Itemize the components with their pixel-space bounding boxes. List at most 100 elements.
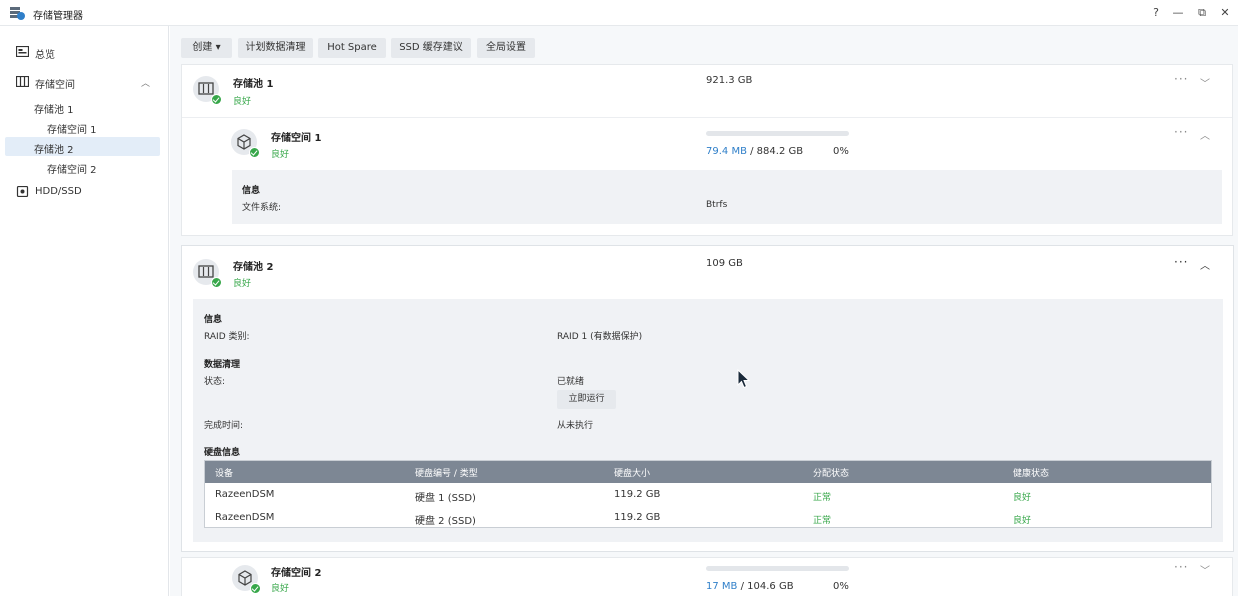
sidebar-item-pool-2[interactable]: 存储池 2 <box>5 137 160 156</box>
usage-progress <box>706 566 849 571</box>
usage-progress <box>706 131 849 136</box>
total-value: / 884.2 GB <box>750 146 804 157</box>
sidebar-item-label: 存储池 2 <box>34 145 74 156</box>
check-badge-icon <box>211 277 222 288</box>
cell-allocation: 正常 <box>813 493 832 503</box>
info-title: 信息 <box>204 315 223 325</box>
raid-label: RAID 类别: <box>204 332 250 342</box>
pool-name: 存储池 1 <box>233 79 274 90</box>
disk-info-title: 硬盘信息 <box>204 448 241 458</box>
cell-disk: 硬盘 1 (SSD) <box>415 493 476 504</box>
col-header-device[interactable]: 设备 <box>215 466 233 479</box>
check-badge-icon <box>250 583 261 594</box>
sidebar-item-pool-1[interactable]: 存储池 1 <box>5 97 160 116</box>
cell-device: RazeenDSM <box>215 489 275 500</box>
volume-name: 存储空间 1 <box>271 133 322 144</box>
sidebar-item-label: 总览 <box>35 50 55 61</box>
pool-status: 良好 <box>233 97 252 107</box>
more-icon[interactable]: ··· <box>1174 255 1188 269</box>
mouse-cursor-icon <box>737 369 751 389</box>
pool-size: 921.3 GB <box>706 75 753 86</box>
chevron-up-icon[interactable]: ︿ <box>141 76 150 89</box>
check-badge-icon <box>211 94 222 105</box>
used-value: 79.4 MB <box>706 146 747 157</box>
pool-status: 良好 <box>233 279 252 289</box>
usage-percent: 0% <box>833 146 849 157</box>
sidebar-item-storage[interactable]: 存储空间 ︿ <box>5 72 160 91</box>
volume-name: 存储空间 2 <box>271 568 322 579</box>
usage-percent: 0% <box>833 581 849 592</box>
col-header-health[interactable]: 健康状态 <box>1013 466 1049 479</box>
pool-name: 存储池 2 <box>233 262 274 273</box>
volume-info-panel: 信息 文件系统: Btrfs <box>232 170 1222 224</box>
sidebar: 总览 存储空间 ︿ 存储池 1 存储空间 1 存储池 2 存储空间 2 HDD/… <box>0 26 169 596</box>
pool-1-card: 存储池 1 良好 921.3 GB ··· ﹀ 存储空间 1 良好 79.4 M… <box>181 64 1233 236</box>
storage-icon <box>16 76 29 87</box>
run-now-button[interactable]: 立即运行 <box>557 390 616 409</box>
check-badge-icon <box>249 147 260 158</box>
fs-label: 文件系统: <box>242 203 282 213</box>
help-icon[interactable]: ? <box>1147 4 1165 22</box>
main-content: 创建 ▾ 计划数据清理 Hot Spare SSD 缓存建议 全局设置 存储池 … <box>170 26 1238 596</box>
disk-table: 设备 硬盘编号 / 类型 硬盘大小 分配状态 健康状态 RazeenDSM 硬盘… <box>204 460 1212 528</box>
info-title: 信息 <box>242 186 261 196</box>
storage-pool-icon <box>193 76 222 105</box>
create-button[interactable]: 创建 ▾ <box>181 38 232 58</box>
pool-size: 109 GB <box>706 258 743 269</box>
col-header-allocation[interactable]: 分配状态 <box>813 466 849 479</box>
sidebar-item-volume-1[interactable]: 存储空间 1 <box>5 117 160 136</box>
cell-size: 119.2 GB <box>614 489 661 500</box>
ssd-cache-button[interactable]: SSD 缓存建议 <box>391 38 471 58</box>
volume-usage: 79.4 MB / 884.2 GB <box>706 146 803 157</box>
cell-allocation: 正常 <box>813 516 832 526</box>
pool-info-panel: 信息 RAID 类别: RAID 1 (有数据保护) 数据清理 状态: 已就绪 … <box>193 299 1223 542</box>
storage-manager-app-icon <box>10 7 25 20</box>
scrub-status-label: 状态: <box>204 377 226 387</box>
close-icon[interactable]: ✕ <box>1216 4 1234 22</box>
table-row[interactable]: RazeenDSM 硬盘 1 (SSD) 119.2 GB 正常 良好 <box>205 483 1211 506</box>
cube-icon <box>232 565 261 594</box>
volume-status: 良好 <box>271 584 290 594</box>
cell-disk: 硬盘 2 (SSD) <box>415 516 476 527</box>
global-settings-button[interactable]: 全局设置 <box>477 38 535 58</box>
sidebar-item-label: HDD/SSD <box>35 186 82 197</box>
minimize-icon[interactable]: — <box>1169 4 1187 22</box>
more-icon[interactable]: ··· <box>1174 125 1188 139</box>
chevron-down-icon[interactable]: ﹀ <box>1200 75 1210 90</box>
hot-spare-button[interactable]: Hot Spare <box>318 38 386 58</box>
volume-usage: 17 MB / 104.6 GB <box>706 581 794 592</box>
title-bar: 存储管理器 ? — ⧉ ✕ <box>0 0 1238 26</box>
more-icon[interactable]: ··· <box>1174 72 1188 86</box>
sidebar-item-overview[interactable]: 总览 <box>5 42 160 61</box>
used-value: 17 MB <box>706 581 738 592</box>
col-header-size[interactable]: 硬盘大小 <box>614 466 650 479</box>
finish-value: 从未执行 <box>557 421 594 431</box>
sidebar-item-hdd-ssd[interactable]: HDD/SSD <box>5 182 160 201</box>
cube-icon <box>231 129 260 158</box>
chevron-up-icon[interactable]: ︿ <box>1200 127 1210 142</box>
sidebar-item-label: 存储池 1 <box>34 105 74 116</box>
fs-value: Btrfs <box>706 200 728 210</box>
sidebar-item-volume-2[interactable]: 存储空间 2 <box>5 157 160 176</box>
more-icon[interactable]: ··· <box>1174 560 1188 574</box>
cell-health: 良好 <box>1013 516 1032 526</box>
sidebar-item-label: 存储空间 <box>35 80 75 91</box>
volume-2-card: 存储空间 2 良好 17 MB / 104.6 GB 0% ··· ﹀ <box>181 557 1233 596</box>
scrub-schedule-button[interactable]: 计划数据清理 <box>238 38 313 58</box>
table-row[interactable]: RazeenDSM 硬盘 2 (SSD) 119.2 GB 正常 良好 <box>205 506 1211 529</box>
sidebar-item-label: 存储空间 1 <box>47 125 97 136</box>
storage-pool-icon <box>193 259 222 288</box>
chevron-up-icon[interactable]: ︿ <box>1200 257 1210 272</box>
volume-status: 良好 <box>271 150 290 160</box>
restore-icon[interactable]: ⧉ <box>1193 4 1211 22</box>
scrub-title: 数据清理 <box>204 360 241 370</box>
finish-label: 完成时间: <box>204 421 244 431</box>
pool-2-card: 存储池 2 良好 109 GB ··· ︿ 信息 RAID 类别: RAID 1… <box>181 245 1234 552</box>
disk-table-header: 设备 硬盘编号 / 类型 硬盘大小 分配状态 健康状态 <box>205 461 1211 483</box>
window-title: 存储管理器 <box>33 11 83 22</box>
cell-health: 良好 <box>1013 493 1032 503</box>
total-value: / 104.6 GB <box>740 581 794 592</box>
chevron-down-icon[interactable]: ﹀ <box>1200 562 1210 577</box>
col-header-disk[interactable]: 硬盘编号 / 类型 <box>415 466 478 479</box>
overview-icon <box>16 46 29 57</box>
